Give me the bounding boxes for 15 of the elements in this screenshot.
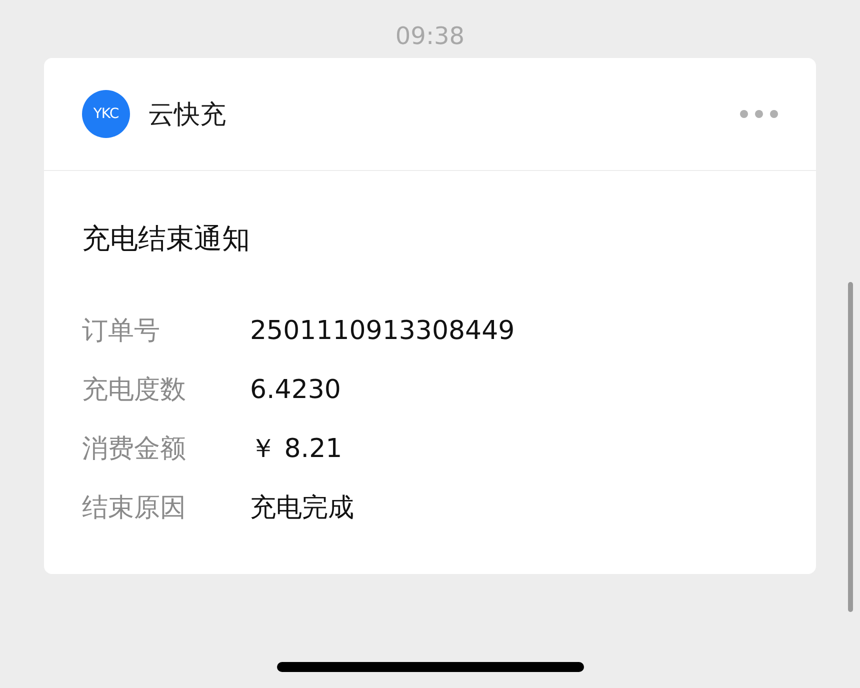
more-icon[interactable] (740, 110, 778, 118)
field-label: 结束原因 (82, 492, 187, 525)
field-value: 充电完成 (250, 492, 354, 525)
scrollbar[interactable] (848, 282, 853, 612)
account-logo: YKC (82, 90, 130, 138)
field-label: 订单号 (82, 315, 161, 348)
field-value: ￥ 8.21 (250, 433, 342, 466)
home-indicator[interactable] (277, 662, 584, 672)
status-time: 09:38 (395, 22, 465, 50)
field-value: 6.4230 (250, 374, 341, 404)
field-value: 2501110913308449 (250, 316, 515, 346)
account-name: 云快充 (148, 98, 226, 132)
field-label: 充电度数 (82, 374, 187, 407)
field-label: 消费金额 (82, 433, 187, 466)
notification-title: 充电结束通知 (82, 222, 250, 255)
